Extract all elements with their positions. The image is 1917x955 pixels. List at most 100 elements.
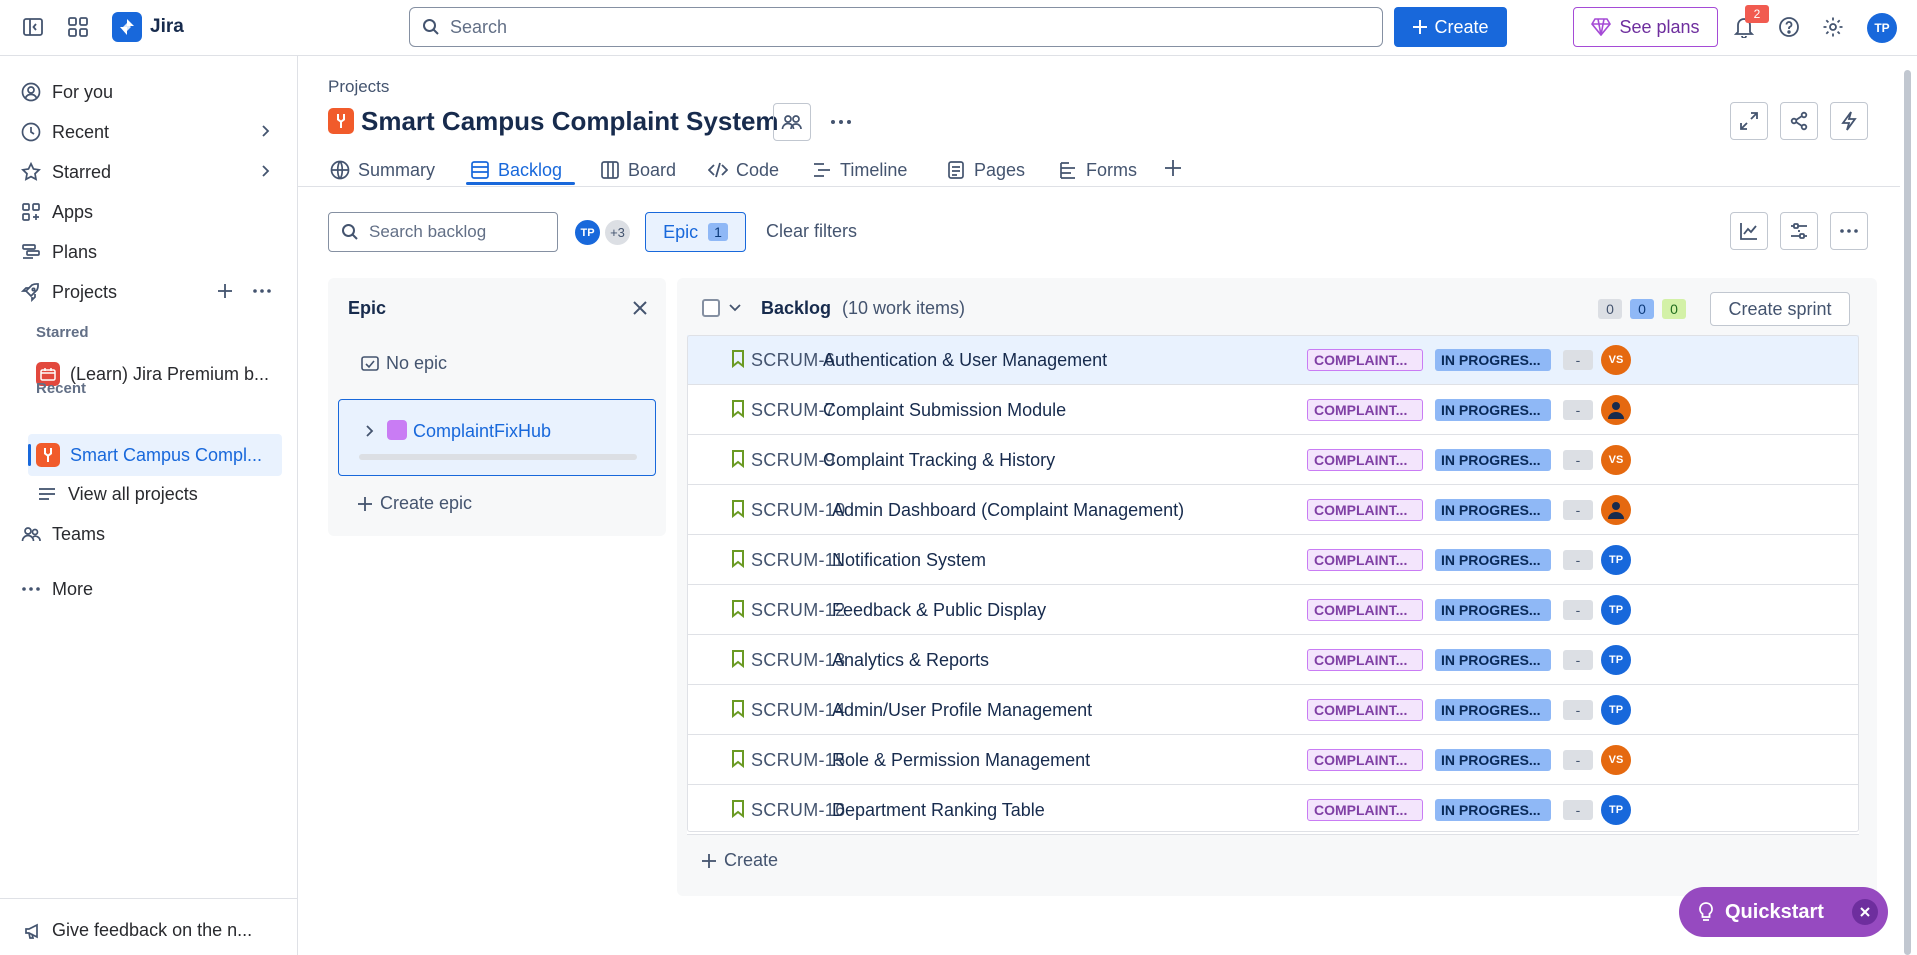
share-icon[interactable] <box>1780 102 1818 140</box>
filter-avatar-more[interactable]: +3 <box>603 218 632 247</box>
estimate-badge[interactable]: - <box>1563 800 1593 820</box>
estimate-badge[interactable]: - <box>1563 650 1593 670</box>
epic-card[interactable]: ComplaintFixHub <box>338 399 656 476</box>
estimate-badge[interactable]: - <box>1563 450 1593 470</box>
backlog-row[interactable]: SCRUM-9 Complaint Tracking & History COM… <box>687 435 1859 485</box>
filter-avatar-tp[interactable]: TP <box>573 218 602 247</box>
issue-key[interactable]: SCRUM-11 <box>751 550 844 571</box>
tab-board[interactable]: Board <box>600 155 676 185</box>
no-epic-item[interactable]: No epic <box>360 353 447 374</box>
create-sprint-button[interactable]: Create sprint <box>1710 292 1850 326</box>
issue-summary[interactable]: Complaint Tracking & History <box>823 450 1055 471</box>
issue-summary[interactable]: Department Ranking Table <box>832 800 1045 821</box>
issue-summary[interactable]: Admin Dashboard (Complaint Management) <box>832 500 1184 521</box>
assignee-avatar-icon[interactable] <box>1601 395 1631 425</box>
issue-summary[interactable]: Complaint Submission Module <box>823 400 1066 421</box>
assignee-avatar[interactable]: VS <box>1601 345 1631 375</box>
give-feedback-button[interactable]: Give feedback on the n... <box>24 920 252 941</box>
epic-lozenge[interactable]: COMPLAINT... <box>1307 599 1423 621</box>
page-scrollbar[interactable] <box>1901 60 1913 955</box>
epic-lozenge[interactable]: COMPLAINT... <box>1307 399 1423 421</box>
create-button[interactable]: Create <box>1394 7 1507 47</box>
create-epic-button[interactable]: Create epic <box>356 493 472 514</box>
close-icon[interactable] <box>630 298 650 318</box>
status-badge[interactable]: IN PROGRES... <box>1435 449 1551 471</box>
epic-lozenge[interactable]: COMPLAINT... <box>1307 649 1423 671</box>
chevron-down-icon[interactable] <box>727 299 743 315</box>
epic-lozenge[interactable]: COMPLAINT... <box>1307 549 1423 571</box>
chevron-right-icon[interactable] <box>256 122 274 140</box>
sidebar-item-apps[interactable]: Apps <box>20 194 282 230</box>
settings-gear-icon[interactable] <box>1820 14 1846 40</box>
quickstart-button[interactable]: Quickstart <box>1679 887 1888 937</box>
scrollbar-thumb[interactable] <box>1904 70 1911 955</box>
global-search-input[interactable]: Search <box>409 7 1383 47</box>
issue-summary[interactable]: Authentication & User Management <box>823 350 1107 371</box>
epic-filter-button[interactable]: Epic 1 <box>645 212 746 252</box>
status-badge[interactable]: IN PROGRES... <box>1435 799 1551 821</box>
assignee-avatar-icon[interactable] <box>1601 495 1631 525</box>
tab-code[interactable]: Code <box>708 155 779 185</box>
epic-lozenge[interactable]: COMPLAINT... <box>1307 449 1423 471</box>
status-badge[interactable]: IN PROGRES... <box>1435 599 1551 621</box>
sidebar-view-all-projects[interactable]: View all projects <box>36 476 282 512</box>
assignee-avatar[interactable]: TP <box>1601 545 1631 575</box>
app-title[interactable]: Jira <box>150 16 184 38</box>
issue-summary[interactable]: Role & Permission Management <box>832 750 1090 771</box>
assignee-avatar[interactable]: TP <box>1601 795 1631 825</box>
estimate-badge[interactable]: - <box>1563 700 1593 720</box>
backlog-select-all-checkbox[interactable] <box>702 299 720 317</box>
sidebar-item-for-you[interactable]: For you <box>20 74 282 110</box>
epic-lozenge[interactable]: COMPLAINT... <box>1307 699 1423 721</box>
status-badge[interactable]: IN PROGRES... <box>1435 749 1551 771</box>
sidebar-toggle-icon[interactable] <box>20 14 46 40</box>
status-badge[interactable]: IN PROGRES... <box>1435 549 1551 571</box>
help-icon[interactable] <box>1776 14 1802 40</box>
add-project-plus-icon[interactable] <box>216 282 234 300</box>
status-badge[interactable]: IN PROGRES... <box>1435 349 1551 371</box>
sidebar-item-teams[interactable]: Teams <box>20 516 282 552</box>
insights-chart-icon[interactable] <box>1730 212 1768 250</box>
tab-forms[interactable]: Forms <box>1058 155 1137 185</box>
sidebar-item-plans[interactable]: Plans <box>20 234 282 270</box>
breadcrumb-projects[interactable]: Projects <box>328 77 389 97</box>
issue-summary[interactable]: Notification System <box>832 550 986 571</box>
status-badge[interactable]: IN PROGRES... <box>1435 649 1551 671</box>
assignee-avatar[interactable]: TP <box>1601 595 1631 625</box>
tab-backlog[interactable]: Backlog <box>470 155 562 185</box>
epic-lozenge[interactable]: COMPLAINT... <box>1307 749 1423 771</box>
estimate-badge[interactable]: - <box>1563 500 1593 520</box>
chevron-right-icon[interactable] <box>256 162 274 180</box>
app-switcher-icon[interactable] <box>65 14 91 40</box>
epic-lozenge[interactable]: COMPLAINT... <box>1307 499 1423 521</box>
tab-pages[interactable]: Pages <box>946 155 1025 185</box>
projects-more-icon[interactable] <box>252 282 272 300</box>
tab-timeline[interactable]: Timeline <box>812 155 907 185</box>
sidebar-recent-project[interactable]: Smart Campus Compl... <box>36 437 282 473</box>
backlog-row[interactable]: SCRUM-16 Department Ranking Table COMPLA… <box>687 785 1859 835</box>
estimate-badge[interactable]: - <box>1563 550 1593 570</box>
sidebar-item-more[interactable]: More <box>20 571 282 607</box>
backlog-row[interactable]: SCRUM-10 Admin Dashboard (Complaint Mana… <box>687 485 1859 535</box>
backlog-create-button[interactable]: Create <box>700 850 778 871</box>
backlog-row[interactable]: SCRUM-13 Analytics & Reports COMPLAINT..… <box>687 635 1859 685</box>
issue-summary[interactable]: Feedback & Public Display <box>832 600 1046 621</box>
assignee-avatar[interactable]: VS <box>1601 745 1631 775</box>
add-tab-plus-icon[interactable] <box>1163 158 1183 178</box>
issue-summary[interactable]: Analytics & Reports <box>832 650 989 671</box>
estimate-badge[interactable]: - <box>1563 750 1593 770</box>
status-badge[interactable]: IN PROGRES... <box>1435 699 1551 721</box>
quickstart-close-icon[interactable] <box>1852 899 1878 925</box>
backlog-row[interactable]: SCRUM-14 Admin/User Profile Management C… <box>687 685 1859 735</box>
backlog-more-icon[interactable] <box>1830 212 1868 250</box>
backlog-row[interactable]: SCRUM-6 Authentication & User Management… <box>687 335 1859 385</box>
assignee-avatar[interactable]: TP <box>1601 645 1631 675</box>
epic-lozenge[interactable]: COMPLAINT... <box>1307 349 1423 371</box>
automation-lightning-icon[interactable] <box>1830 102 1868 140</box>
assignee-avatar[interactable]: TP <box>1601 695 1631 725</box>
estimate-badge[interactable]: - <box>1563 600 1593 620</box>
backlog-row[interactable]: SCRUM-7 Complaint Submission Module COMP… <box>687 385 1859 435</box>
view-settings-sliders-icon[interactable] <box>1780 212 1818 250</box>
tab-summary[interactable]: Summary <box>330 155 435 185</box>
search-backlog-input[interactable]: Search backlog <box>328 212 558 252</box>
